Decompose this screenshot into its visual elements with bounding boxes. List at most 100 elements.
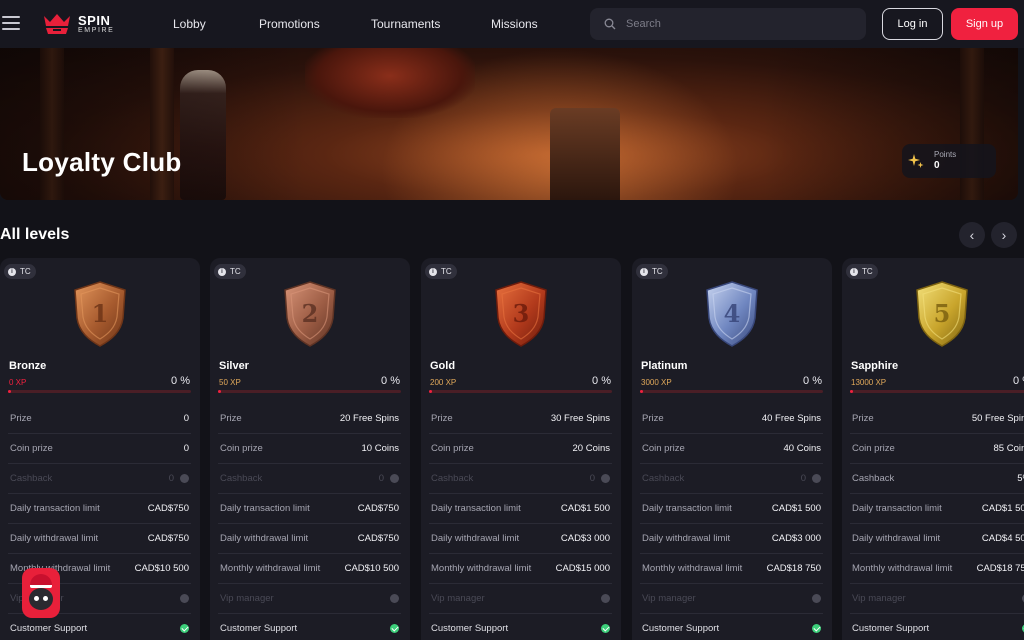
level-progress-bar (218, 390, 401, 393)
santa-hat-icon (30, 574, 52, 588)
benefit-label: Prize (852, 413, 874, 424)
benefit-value: 5% (1017, 473, 1024, 484)
level-shield-icon: 1 (74, 281, 126, 347)
carousel-prev-button[interactable]: ‹ (959, 222, 985, 248)
benefit-row: Daily transaction limit CAD$1 500 (429, 494, 612, 524)
benefit-value: 0 (183, 413, 189, 424)
benefit-value (595, 593, 612, 604)
benefit-row: Coin prize 10 Coins (218, 434, 401, 464)
nav-missions[interactable]: Missions (491, 17, 538, 31)
check-circle-icon (601, 623, 610, 633)
benefit-value: 0 (379, 473, 401, 484)
benefit-row: Coin prize 20 Coins (429, 434, 612, 464)
menu-icon[interactable] (2, 16, 20, 30)
benefit-label: Daily withdrawal limit (10, 533, 99, 544)
benefits-list: Prize 40 Free Spins Coin prize 40 Coins Cash… (640, 404, 823, 640)
signup-button[interactable]: Sign up (951, 8, 1018, 40)
benefit-label: Cashback (852, 473, 895, 484)
status-dot-icon (180, 593, 189, 603)
benefit-value: CAD$18 750 (766, 563, 821, 574)
level-number: 4 (724, 299, 741, 328)
benefit-row: Daily withdrawal limit CAD$3 000 (429, 524, 612, 554)
points-value: 0 (934, 159, 940, 171)
level-number: 3 (513, 299, 530, 328)
level-card-gold: i TC 3 Gold 200 XP 0 % Prize 30 Free Spins Coin … (421, 258, 621, 640)
benefit-label: Customer Support (642, 623, 720, 634)
benefit-label: Daily transaction limit (642, 503, 732, 514)
levels-carousel: i TC 1 Bronze 0 XP 0 % Prize 0 Coin prize 0 Cashba… (0, 258, 1024, 640)
tc-badge[interactable]: i TC (636, 264, 668, 279)
benefit-label: Customer Support (220, 623, 298, 634)
top-bar: SPIN EMPIRE Lobby Promotions Tournaments… (0, 0, 1024, 48)
benefit-value: CAD$750 (357, 503, 399, 514)
status-dot-icon (390, 593, 399, 603)
benefit-row: Daily transaction limit CAD$1 500 (640, 494, 823, 524)
level-progress-bar (8, 390, 191, 393)
benefit-row: Vip manager (850, 584, 1024, 614)
benefits-list: Prize 50 Free Spins Coin prize 85 Coins Cash… (850, 404, 1024, 640)
benefit-label: Monthly withdrawal limit (852, 563, 953, 574)
level-shield-icon: 2 (284, 281, 336, 347)
info-icon: i (429, 267, 437, 276)
check-circle-icon (390, 623, 399, 633)
benefit-value: CAD$4 500 (981, 533, 1024, 544)
benefit-value: 20 Free Spins (339, 413, 399, 424)
benefit-label: Cashback (431, 473, 474, 484)
benefit-value: CAD$3 000 (771, 533, 821, 544)
level-shield-icon: 3 (495, 281, 547, 347)
benefit-value: CAD$15 000 (555, 563, 610, 574)
benefit-row: Coin prize 40 Coins (640, 434, 823, 464)
search-input[interactable] (626, 18, 846, 30)
benefit-value: 0 (183, 443, 189, 454)
tc-badge[interactable]: i TC (425, 264, 457, 279)
search-box[interactable] (590, 8, 866, 40)
search-icon (604, 18, 616, 30)
tc-badge[interactable]: i TC (214, 264, 246, 279)
benefit-value (595, 623, 612, 634)
tc-badge[interactable]: i TC (4, 264, 36, 279)
level-number: 2 (302, 299, 319, 328)
benefit-label: Customer Support (10, 623, 88, 634)
benefit-row: Daily transaction limit CAD$750 (8, 494, 191, 524)
level-xp: 3000 XP (641, 378, 672, 387)
nav-lobby[interactable]: Lobby (173, 17, 206, 31)
chevron-right-icon: › (1001, 227, 1007, 243)
benefit-label: Cashback (220, 473, 263, 484)
benefit-label: Prize (642, 413, 664, 424)
benefits-list: Prize 20 Free Spins Coin prize 10 Coins Cash… (218, 404, 401, 640)
carousel-next-button[interactable]: › (991, 222, 1017, 248)
benefit-row: Vip manager (429, 584, 612, 614)
benefit-label: Daily withdrawal limit (642, 533, 731, 544)
level-xp: 0 XP (9, 378, 27, 387)
benefit-value: 20 Coins (572, 443, 611, 454)
benefit-label: Daily transaction limit (10, 503, 100, 514)
level-progress-percent: 0 % (803, 375, 822, 387)
benefit-label: Prize (10, 413, 32, 424)
benefit-row: Prize 20 Free Spins (218, 404, 401, 434)
nav-promotions[interactable]: Promotions (259, 17, 320, 31)
logo[interactable]: SPIN EMPIRE (42, 12, 114, 36)
status-dot-icon (601, 473, 610, 483)
benefit-row: Monthly withdrawal limit CAD$10 500 (218, 554, 401, 584)
level-number: 5 (934, 299, 951, 328)
info-icon: i (8, 267, 16, 276)
benefits-list: Prize 30 Free Spins Coin prize 20 Coins Cash… (429, 404, 612, 640)
level-progress-percent: 0 % (171, 375, 190, 387)
status-dot-icon (812, 593, 821, 603)
login-button[interactable]: Log in (882, 8, 943, 40)
benefit-value (806, 623, 823, 634)
points-label: Points (934, 150, 957, 160)
benefit-value: CAD$1 500 (981, 503, 1024, 514)
tc-badge[interactable]: i TC (846, 264, 878, 279)
benefit-label: Vip manager (431, 593, 485, 604)
benefit-label: Coin prize (10, 443, 53, 454)
benefit-label: Cashback (10, 473, 53, 484)
crown-logo-icon (44, 14, 70, 34)
support-avatar-button[interactable] (22, 568, 60, 618)
levels-title: All levels (0, 226, 70, 243)
benefit-row: Customer Support (640, 614, 823, 640)
nav-tournaments[interactable]: Tournaments (371, 17, 440, 31)
benefit-value (174, 593, 191, 604)
check-circle-icon (812, 623, 821, 633)
benefit-row: Daily withdrawal limit CAD$3 000 (640, 524, 823, 554)
